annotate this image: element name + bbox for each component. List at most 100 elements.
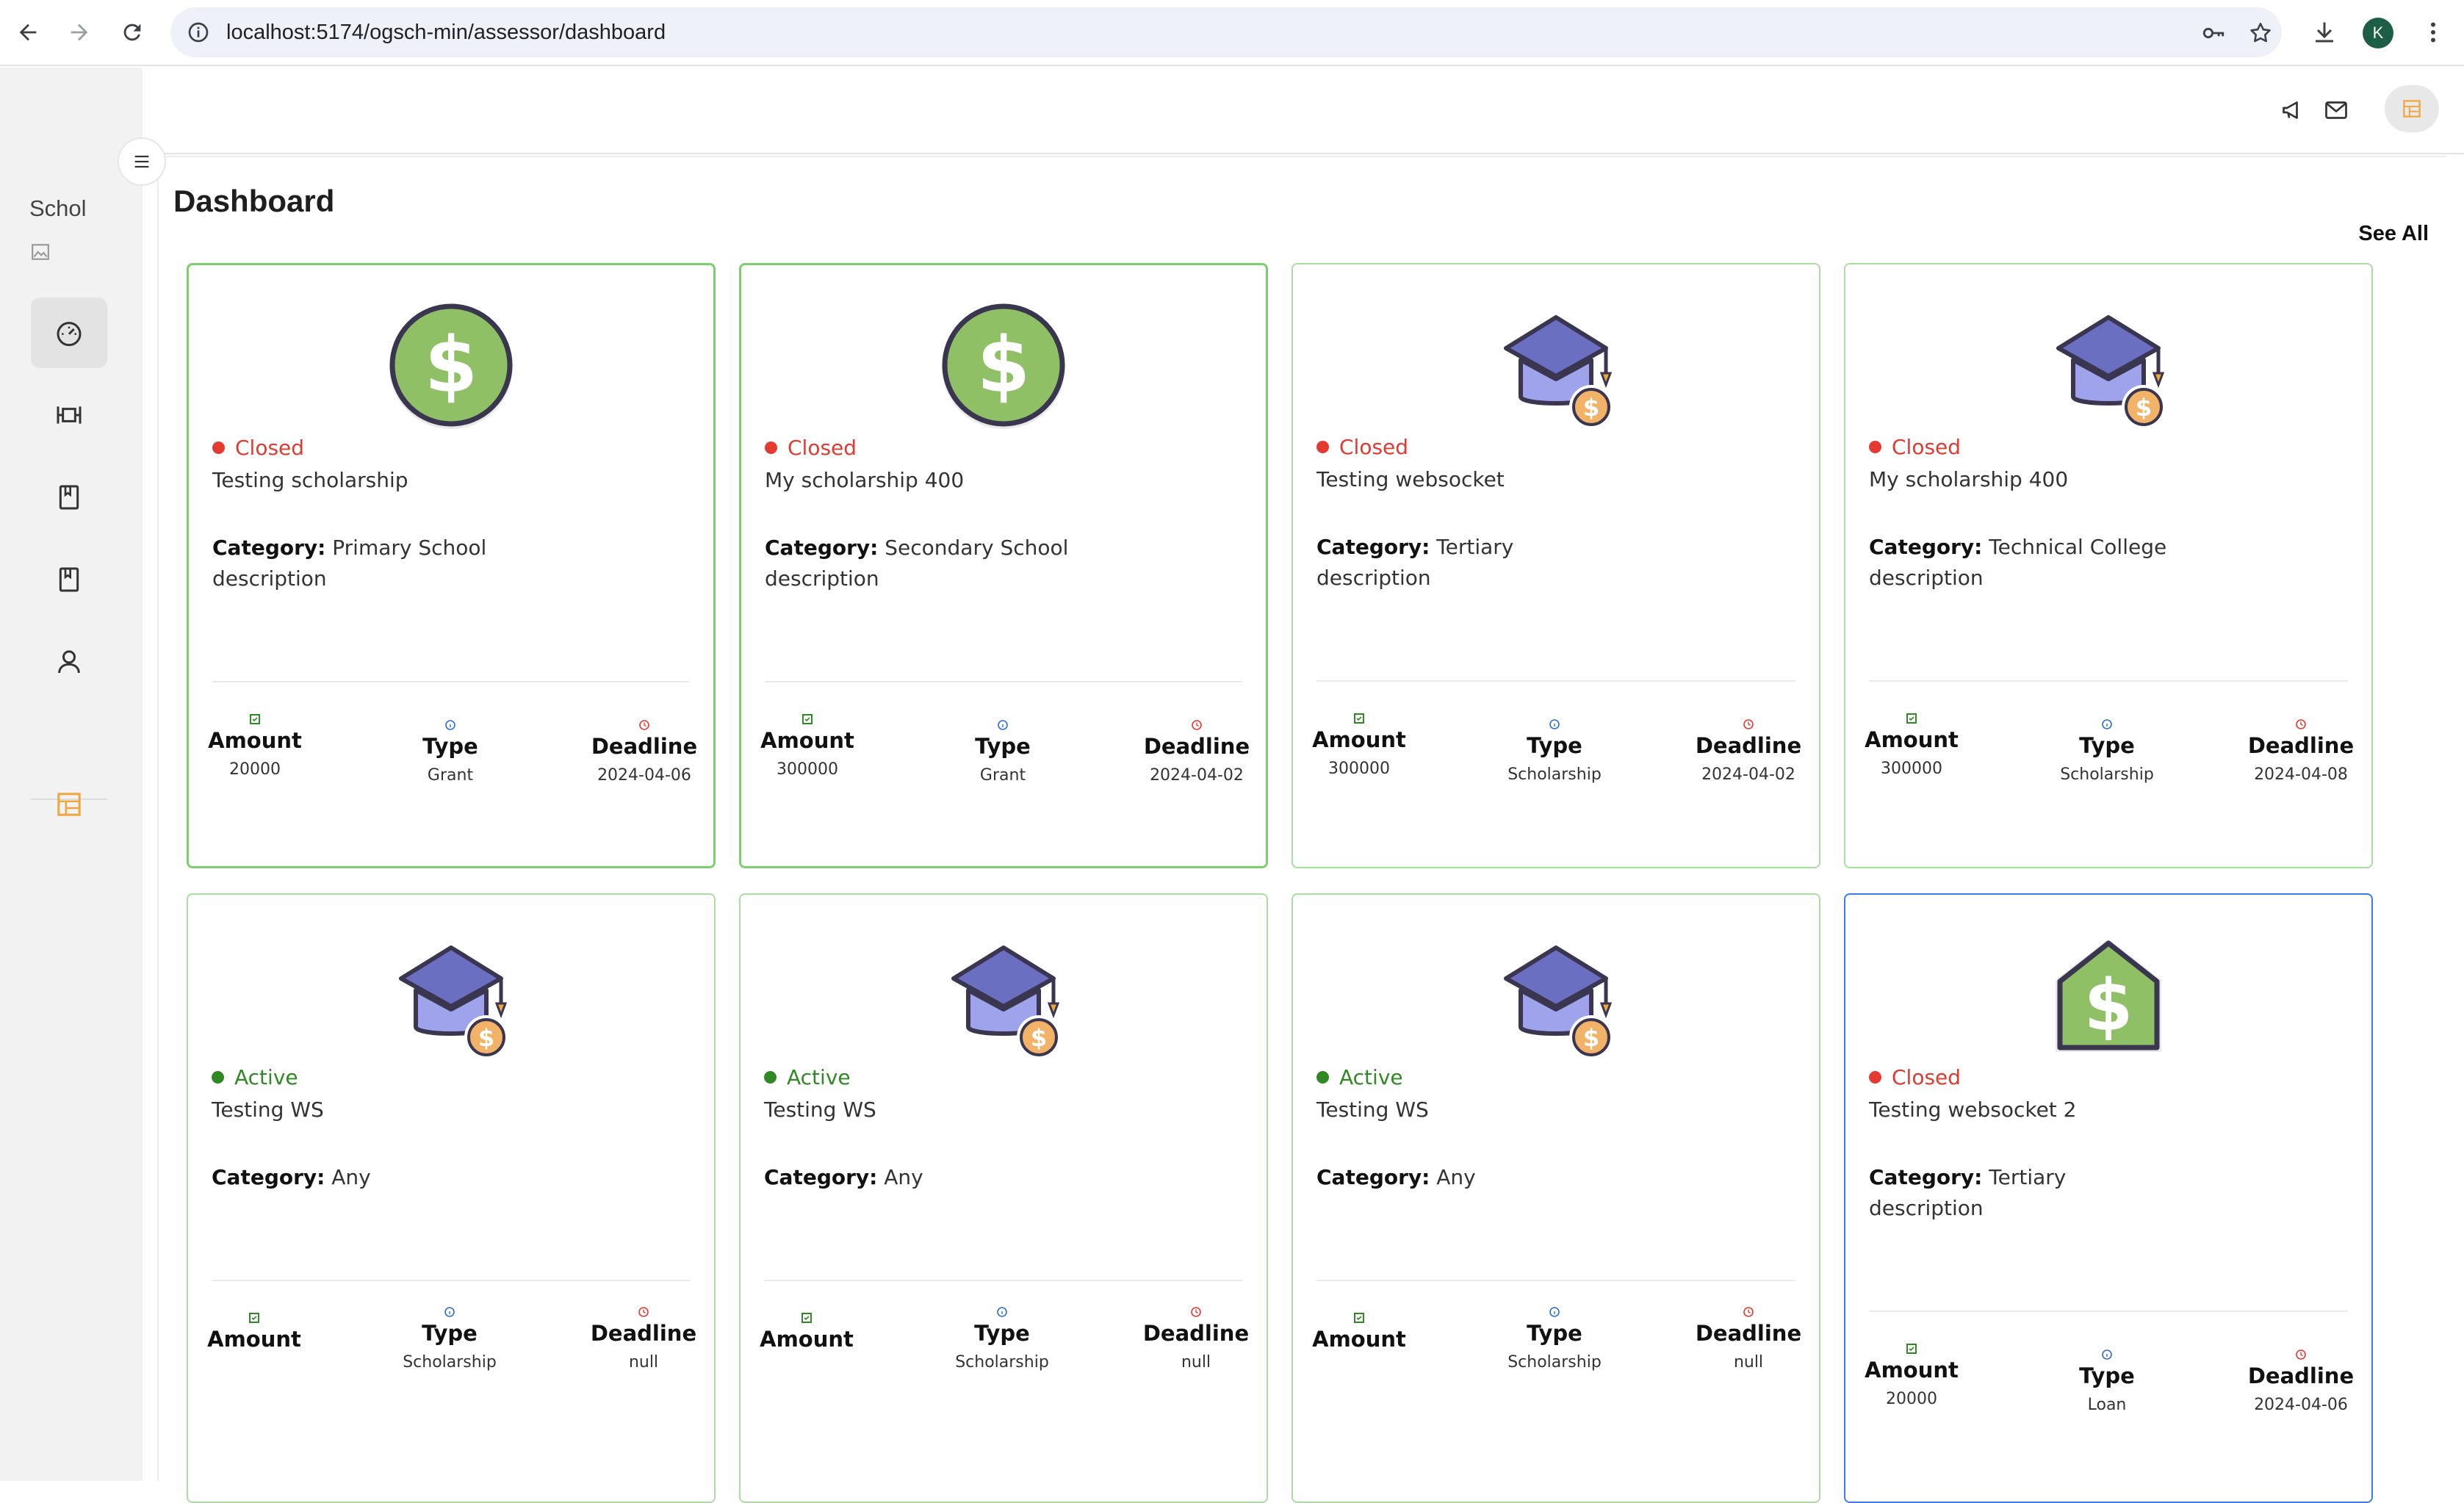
scholarship-card[interactable]: $ Closed Testing websocket 2 Category: T…: [1844, 893, 2373, 1503]
card-category: Category: Primary School description: [212, 536, 487, 591]
card-title: Testing WS: [1316, 1097, 1429, 1122]
card-title: Testing WS: [764, 1097, 876, 1122]
svg-text:$: $: [1583, 394, 1599, 422]
svg-text:$: $: [478, 1024, 494, 1052]
card-divider: [1869, 680, 2348, 682]
card-divider: [1316, 680, 1795, 682]
card-title: Testing websocket: [1316, 467, 1505, 491]
card-category: Category: Any: [764, 1165, 923, 1189]
reload-icon[interactable]: [110, 10, 154, 54]
sidebar: Schol: [0, 68, 143, 1481]
amount-field: Amount: [1300, 1312, 1418, 1352]
sidebar-item-columns[interactable]: [31, 380, 107, 450]
clock-icon: [1743, 1307, 1754, 1317]
status-badge: Closed: [765, 436, 857, 460]
card-category: Category: Any: [1316, 1165, 1476, 1189]
scholarship-card[interactable]: $ Closed Testing scholarship Category: P…: [187, 263, 716, 868]
back-icon[interactable]: [6, 10, 50, 54]
svg-text:$: $: [2084, 965, 2133, 1047]
scholarship-card[interactable]: $ Closed My scholarship 400 Category: Te…: [1844, 263, 2373, 868]
info-icon: [1549, 1307, 1560, 1317]
card-title: My scholarship 400: [765, 468, 965, 492]
scholarship-card[interactable]: $ Active Testing WS Category: Any Amount…: [1292, 893, 1820, 1503]
card-description: description: [765, 566, 879, 591]
type-field: Type Scholarship: [1496, 1306, 1613, 1372]
info-icon: [2102, 719, 2112, 729]
site-info-icon[interactable]: [187, 21, 210, 44]
logo[interactable]: Schol: [29, 195, 87, 222]
graduation-cap-icon: $: [1293, 297, 1819, 436]
more-menu-icon[interactable]: [2420, 19, 2446, 46]
clock-icon: [639, 720, 649, 730]
layout-toggle-button[interactable]: [2385, 85, 2439, 132]
amount-icon: [1354, 1313, 1364, 1323]
svg-text:$: $: [977, 320, 1030, 410]
svg-text:$: $: [425, 320, 478, 410]
card-category: Category: Tertiary description: [1869, 1165, 2067, 1220]
card-category: Category: Tertiary description: [1316, 535, 1514, 590]
amount-icon: [249, 1313, 259, 1323]
amount-field: Amount: [748, 1312, 865, 1352]
deadline-field: Deadline null: [585, 1306, 702, 1372]
sidebar-item-bookmark-2[interactable]: [31, 544, 107, 615]
clock-icon: [2296, 1349, 2306, 1360]
sidebar-item-dashboard[interactable]: [31, 298, 107, 368]
amount-icon: [801, 1313, 812, 1323]
sidebar-item-profile[interactable]: [31, 627, 107, 697]
status-badge: Closed: [1869, 435, 1961, 459]
clock-icon: [638, 1307, 649, 1317]
password-key-icon[interactable]: [2201, 21, 2226, 46]
type-field: Type Grant: [944, 719, 1062, 785]
scholarship-card[interactable]: $ Active Testing WS Category: Any Amount…: [739, 893, 1268, 1503]
layout-icon: [57, 793, 81, 816]
megaphone-icon[interactable]: [2280, 97, 2307, 123]
amount-field: Amount 300000: [749, 713, 866, 779]
card-title: My scholarship 400: [1869, 467, 2069, 491]
card-category: Category: Any: [212, 1165, 371, 1189]
scholarship-card[interactable]: $ Active Testing WS Category: Any Amount…: [187, 893, 716, 1503]
forward-icon[interactable]: [57, 10, 101, 54]
amount-field: Amount 300000: [1853, 713, 1970, 778]
bookmark-star-icon[interactable]: [2248, 21, 2273, 46]
svg-text:$: $: [1583, 1024, 1599, 1052]
scholarship-card[interactable]: $ Closed My scholarship 400 Category: Se…: [739, 263, 1268, 868]
bookmark-icon: [59, 485, 79, 510]
amount-icon: [250, 714, 260, 724]
url-text[interactable]: localhost:5174/ogsch-min/assessor/dashbo…: [226, 7, 666, 57]
deadline-field: Deadline null: [1137, 1306, 1255, 1372]
layout-icon: [2403, 100, 2421, 118]
broken-image-icon: [32, 244, 49, 260]
sidebar-item-layout[interactable]: [31, 769, 107, 840]
mail-icon[interactable]: [2323, 97, 2349, 123]
info-icon: [1549, 719, 1560, 729]
sidebar-toggle-button[interactable]: [118, 137, 166, 186]
download-icon[interactable]: [2311, 19, 2338, 46]
columns-icon: [57, 406, 82, 424]
browser-toolbar: localhost:5174/ogsch-min/assessor/dashbo…: [0, 0, 2464, 66]
sidebar-item-bookmark-1[interactable]: [31, 462, 107, 533]
card-divider: [212, 681, 690, 682]
deadline-field: Deadline 2024-04-02: [1690, 718, 1807, 784]
status-badge: Closed: [1316, 435, 1408, 459]
clock-icon: [1191, 1307, 1201, 1317]
dollar-house-icon: $: [1845, 927, 2371, 1067]
dollar-coin-icon: $: [189, 298, 713, 437]
scholarship-card[interactable]: $ Closed Testing websocket Category: Ter…: [1292, 263, 1820, 868]
card-title: Testing scholarship: [212, 468, 408, 492]
profile-avatar[interactable]: K: [2363, 18, 2393, 48]
bookmark-icon: [59, 567, 79, 592]
card-title: Testing WS: [212, 1097, 324, 1122]
type-field: Type Scholarship: [2048, 718, 2166, 784]
address-bar[interactable]: localhost:5174/ogsch-min/assessor/dashbo…: [170, 7, 2282, 57]
hamburger-icon: [134, 155, 149, 168]
svg-text:$: $: [2136, 394, 2152, 422]
graduation-cap-icon: $: [741, 927, 1267, 1067]
type-field: Type Scholarship: [943, 1306, 1061, 1372]
svg-text:$: $: [1031, 1024, 1047, 1052]
graduation-cap-icon: $: [1845, 297, 2371, 436]
card-title: Testing websocket 2: [1869, 1097, 2077, 1122]
see-all-link[interactable]: See All: [2358, 222, 2429, 246]
clock-icon: [1192, 720, 1202, 730]
card-category: Category: Secondary School description: [765, 536, 1069, 591]
info-icon: [997, 1307, 1007, 1317]
